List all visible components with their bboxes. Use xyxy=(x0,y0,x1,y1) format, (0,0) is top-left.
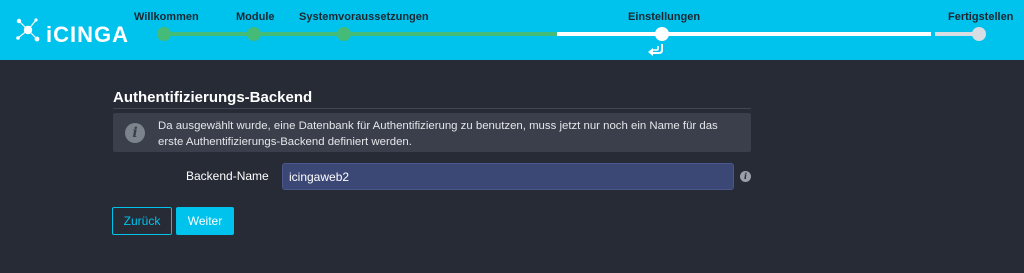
step-node-module xyxy=(247,27,261,41)
step-node-einstellungen xyxy=(655,27,669,41)
backend-name-label: Backend-Name xyxy=(186,169,269,183)
icinga-logo: iCINGA xyxy=(14,14,128,47)
step-node-systemvoraussetzungen xyxy=(337,27,351,41)
backend-name-help-icon[interactable]: i xyxy=(740,171,751,182)
backend-name-input[interactable] xyxy=(282,163,734,190)
step-label-willkommen: Willkommen xyxy=(134,11,199,23)
step-node-fertigstellen xyxy=(972,27,986,41)
section-title: Authentifizierungs-Backend xyxy=(113,89,313,106)
info-icon: i xyxy=(125,123,145,143)
step-label-fertigstellen: Fertigstellen xyxy=(948,11,1014,23)
double-arrow-return-icon xyxy=(648,44,663,56)
icinga-logo-text: iCINGA xyxy=(46,22,129,47)
progress-track-completed xyxy=(157,32,557,36)
icinga-logo-mark-icon xyxy=(16,18,40,42)
setup-wizard-header: iCINGA Willkommen Module Systemvorausset… xyxy=(0,0,1024,60)
next-button[interactable]: Weiter xyxy=(176,207,234,235)
back-button[interactable]: Zurück xyxy=(112,207,172,235)
step-label-systemvoraussetzungen: Systemvoraussetzungen xyxy=(299,11,429,23)
step-node-willkommen xyxy=(157,27,171,41)
progress-track-remaining xyxy=(557,32,931,36)
info-message-box: i Da ausgewählt wurde, eine Datenbank fü… xyxy=(113,113,751,152)
step-label-module: Module xyxy=(236,11,275,23)
section-divider xyxy=(113,108,751,109)
step-label-einstellungen: Einstellungen xyxy=(628,11,701,23)
info-message-text: Da ausgewählt wurde, eine Datenbank für … xyxy=(158,120,718,148)
